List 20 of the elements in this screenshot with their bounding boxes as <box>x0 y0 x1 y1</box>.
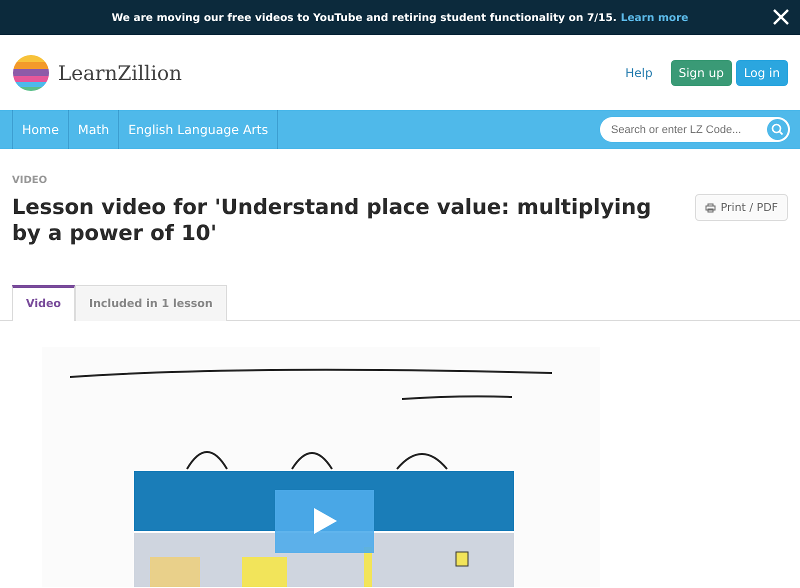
logo-icon[interactable] <box>12 54 50 92</box>
tab[interactable]: Included in 1 lesson <box>74 284 227 320</box>
section-label: VIDEO <box>12 175 48 186</box>
print-button[interactable]: Print / PDF <box>694 194 788 221</box>
printer-icon <box>704 202 716 212</box>
help-link[interactable]: Help <box>625 66 653 80</box>
log-in-button[interactable]: Log in <box>736 60 788 86</box>
play-icon <box>312 507 338 535</box>
tab[interactable]: Video <box>12 284 75 320</box>
logo-text[interactable]: LearnZillion <box>58 60 182 84</box>
nav-item[interactable]: Home <box>12 110 68 149</box>
learn-more-link[interactable]: Learn more <box>620 12 688 24</box>
nav-item[interactable]: English Language Arts <box>118 110 278 149</box>
sign-up-button[interactable]: Sign up <box>670 60 732 86</box>
close-icon[interactable] <box>772 8 790 26</box>
page-title: Lesson video for 'Understand place value: multiplying by a power of 10' <box>12 194 652 246</box>
announcement-text: We are moving our free videos to YouTube and retiring student functionality on 7/15. <box>112 12 617 24</box>
play-button[interactable] <box>275 490 374 552</box>
search-bar[interactable]: Search or enter LZ Code... <box>600 117 790 142</box>
nav-item[interactable]: Math <box>68 110 118 149</box>
